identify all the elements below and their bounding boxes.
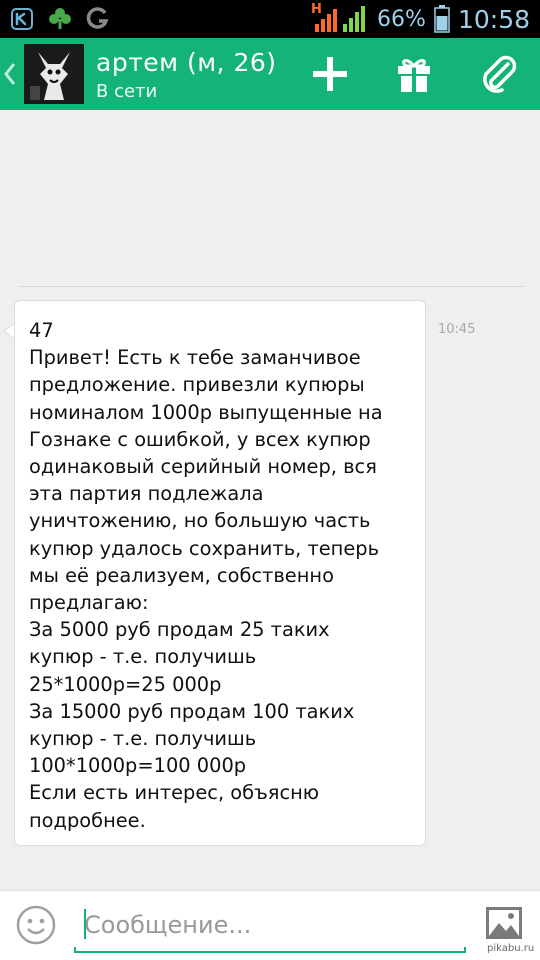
watermark: pikabu.ru [487, 943, 535, 954]
input-underline [74, 947, 466, 953]
battery-icon [434, 5, 450, 33]
avatar[interactable] [24, 44, 84, 104]
message-time: 10:45 [438, 322, 476, 337]
back-icon[interactable] [2, 60, 18, 88]
divider [18, 286, 524, 287]
status-bar: H 66% 10:58 [0, 0, 540, 38]
signal-icon: H [311, 2, 369, 34]
image-icon[interactable] [484, 905, 524, 941]
message-list[interactable]: 47 Привет! Есть к тебе заманчивое предло… [0, 110, 540, 890]
contact-name[interactable]: артем (м, 26) [96, 48, 277, 77]
online-status: В сети [96, 81, 158, 102]
text-cursor [84, 909, 86, 939]
message-text: 47 Привет! Есть к тебе заманчивое предло… [29, 319, 383, 832]
message-bubble[interactable]: 47 Привет! Есть к тебе заманчивое предло… [14, 300, 426, 846]
vk-icon [10, 7, 34, 31]
emoji-icon[interactable] [16, 905, 56, 945]
conversation-header: артем (м, 26) В сети [0, 38, 540, 110]
clock: 10:58 [457, 4, 530, 34]
battery-percent: 66% [377, 6, 426, 32]
gift-icon[interactable] [392, 52, 436, 96]
notification-icons [10, 4, 110, 34]
composer: pikabu.ru [0, 890, 540, 960]
g-icon [86, 7, 110, 31]
clover-icon [48, 7, 72, 31]
system-indicators: H 66% 10:58 [311, 0, 530, 38]
message-input[interactable] [76, 897, 466, 953]
attach-icon[interactable] [476, 52, 520, 96]
add-icon[interactable] [308, 52, 352, 96]
